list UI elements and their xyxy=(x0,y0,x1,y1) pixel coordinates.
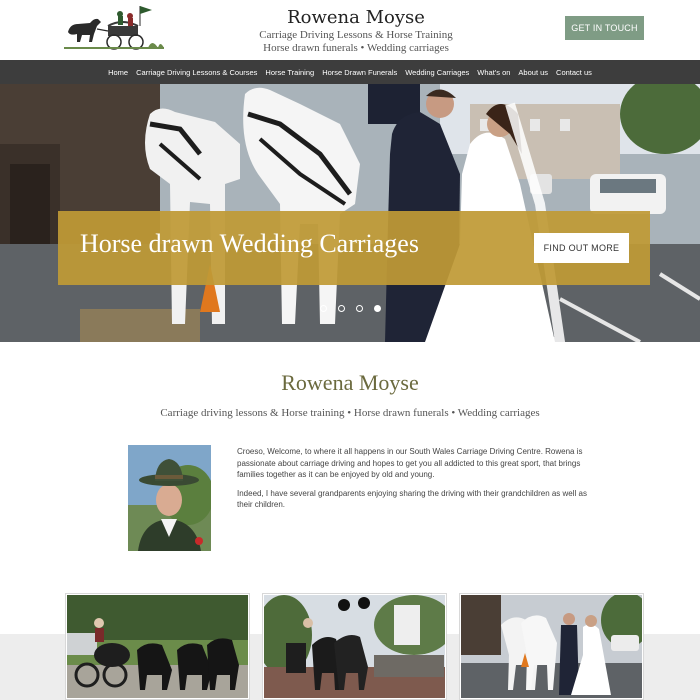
intro-paragraph-2: Indeed, I have several grandparents enjo… xyxy=(237,488,587,510)
hero-slider[interactable]: Horse drawn Wedding Carriages FIND OUT M… xyxy=(0,84,700,342)
nav-about-us[interactable]: About us xyxy=(518,68,548,77)
hero-banner: Horse drawn Wedding Carriages FIND OUT M… xyxy=(58,211,650,285)
site-tagline-2: Horse drawn funerals • Wedding carriages xyxy=(263,42,449,54)
brand-block: Rowena Moyse Carriage Driving Lessons & … xyxy=(240,7,472,55)
get-in-touch-button[interactable]: GET IN TOUCH xyxy=(565,16,644,40)
slider-dot-1[interactable] xyxy=(320,305,327,312)
main-nav: Home Carriage Driving Lessons & Courses … xyxy=(0,60,700,84)
nav-horse-training[interactable]: Horse Training xyxy=(265,68,314,77)
slider-dot-3[interactable] xyxy=(356,305,363,312)
site-title[interactable]: Rowena Moyse xyxy=(240,7,472,29)
slider-dot-4[interactable] xyxy=(374,305,381,312)
nav-horse-drawn-funerals[interactable]: Horse Drawn Funerals xyxy=(322,68,397,77)
site-header: Rowena Moyse Carriage Driving Lessons & … xyxy=(0,0,700,60)
slider-dot-2[interactable] xyxy=(338,305,345,312)
card-horse-drawn-funerals[interactable] xyxy=(262,593,447,700)
card-carriage-driving[interactable] xyxy=(65,593,250,700)
rowena-portrait xyxy=(128,445,211,551)
intro-text: Croeso, Welcome, to where it all happens… xyxy=(237,446,597,518)
intro-subtitle: Carriage driving lessons & Horse trainin… xyxy=(160,407,540,419)
card-wedding-carriages[interactable] xyxy=(459,593,644,700)
nav-carriage-driving-lessons[interactable]: Carriage Driving Lessons & Courses xyxy=(136,68,257,77)
nav-contact-us[interactable]: Contact us xyxy=(556,68,592,77)
slider-dots xyxy=(320,305,381,312)
hero-title: Horse drawn Wedding Carriages xyxy=(80,229,419,258)
intro-paragraph-1: Croeso, Welcome, to where it all happens… xyxy=(237,447,583,479)
intro-title: Rowena Moyse xyxy=(281,370,419,395)
card-carriage-driving-photo xyxy=(67,595,248,698)
nav-home[interactable]: Home xyxy=(108,68,128,77)
card-wedding-photo xyxy=(461,595,642,698)
nav-whats-on[interactable]: What's on xyxy=(477,68,510,77)
site-tagline-1: Carriage Driving Lessons & Horse Trainin… xyxy=(259,29,453,41)
horse-carriage-logo[interactable] xyxy=(64,4,164,54)
card-funerals-photo xyxy=(264,595,445,698)
find-out-more-button[interactable]: FIND OUT MORE xyxy=(534,233,629,263)
nav-wedding-carriages[interactable]: Wedding Carriages xyxy=(405,68,469,77)
